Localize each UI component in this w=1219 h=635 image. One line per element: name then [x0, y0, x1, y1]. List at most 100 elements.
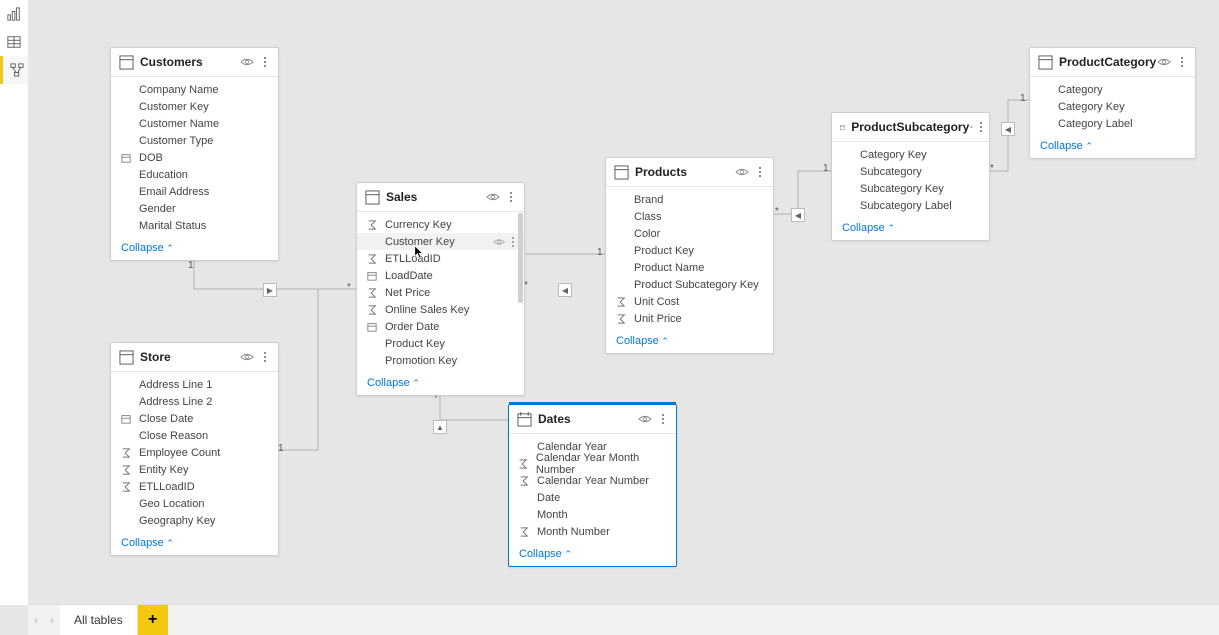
field-row[interactable]: Product Subcategory Key	[606, 276, 773, 293]
table-sales[interactable]: Sales Currency KeyCustomer KeyETLLoadIDL…	[356, 182, 525, 396]
visibility-icon[interactable]	[969, 120, 974, 134]
table-store[interactable]: Store Address Line 1Address Line 2Close …	[110, 342, 279, 556]
field-row[interactable]: Currency Key	[357, 216, 524, 233]
model-view-button[interactable]	[0, 56, 31, 84]
collapse-link[interactable]: Collapse	[842, 222, 895, 234]
field-row[interactable]: Address Line 1	[111, 376, 278, 393]
layout-tab-all-tables[interactable]: All tables	[60, 605, 138, 635]
field-row[interactable]: Calendar Year Month Number	[509, 455, 676, 472]
field-row[interactable]: Customer Type	[111, 132, 278, 149]
field-row[interactable]: Unit Price	[606, 310, 773, 327]
add-layout-button[interactable]: +	[138, 605, 168, 635]
table-header[interactable]: ProductSubcategory	[832, 113, 989, 142]
field-row[interactable]: Email Address	[111, 183, 278, 200]
visibility-icon[interactable]	[638, 412, 652, 426]
field-row[interactable]: Online Sales Key	[357, 301, 524, 318]
field-label: Month Number	[537, 526, 610, 538]
field-row[interactable]: Marital Status	[111, 217, 278, 234]
tab-prev-button[interactable]: ‹	[28, 605, 44, 635]
field-row[interactable]: Customer Name	[111, 115, 278, 132]
field-row[interactable]: Date	[509, 489, 676, 506]
table-header[interactable]: Sales	[357, 183, 524, 212]
field-row[interactable]: Geography Key	[111, 512, 278, 529]
model-canvas[interactable]: 1 * ▶ 1 * 1 ◀ * 1 ◀ * 1 ◀ * ▲ Customers …	[28, 0, 1219, 605]
field-row[interactable]: Month	[509, 506, 676, 523]
field-label: Customer Name	[139, 118, 219, 130]
table-header[interactable]: Products	[606, 158, 773, 187]
field-row[interactable]: Order Date	[357, 318, 524, 335]
field-row[interactable]: Gender	[111, 200, 278, 217]
scrollbar[interactable]	[518, 213, 523, 303]
cardinality-one: 1	[597, 247, 603, 258]
visibility-icon[interactable]	[240, 350, 254, 364]
table-header[interactable]: Store	[111, 343, 278, 372]
field-row[interactable]: Brand	[606, 191, 773, 208]
field-row[interactable]: Category Key	[1030, 98, 1195, 115]
field-row[interactable]: LoadDate	[357, 267, 524, 284]
collapse-link[interactable]: Collapse	[1040, 140, 1093, 152]
field-row[interactable]: Product Key	[606, 242, 773, 259]
field-row[interactable]: Customer Key	[111, 98, 278, 115]
field-row[interactable]: Employee Count	[111, 444, 278, 461]
collapse-link[interactable]: Collapse	[121, 242, 174, 254]
field-row[interactable]: Category Label	[1030, 115, 1195, 132]
more-options-icon[interactable]	[258, 350, 272, 364]
more-options-icon[interactable]	[258, 55, 272, 69]
table-header[interactable]: Dates	[509, 405, 676, 434]
visibility-icon[interactable]	[240, 55, 254, 69]
report-view-button[interactable]	[0, 0, 28, 28]
field-row[interactable]: Unit Cost	[606, 293, 773, 310]
more-options-icon[interactable]	[504, 190, 518, 204]
collapse-link[interactable]: Collapse	[367, 377, 420, 389]
more-options-icon[interactable]	[656, 412, 670, 426]
field-row[interactable]: Product Key	[357, 335, 524, 352]
field-row[interactable]: Class	[606, 208, 773, 225]
visibility-icon[interactable]	[1157, 55, 1171, 69]
field-row[interactable]: Subcategory Label	[832, 197, 989, 214]
tab-next-button[interactable]: ›	[44, 605, 60, 635]
field-row[interactable]: Subcategory Key	[832, 180, 989, 197]
field-row[interactable]: Close Reason	[111, 427, 278, 444]
table-header[interactable]: ProductCategory	[1030, 48, 1195, 77]
more-options-icon[interactable]	[1175, 55, 1189, 69]
field-row[interactable]: ETLLoadID	[357, 250, 524, 267]
table-dates[interactable]: Dates Calendar YearCalendar Year Month N…	[508, 404, 677, 567]
field-list: Category Category Key Category Label	[1030, 77, 1195, 134]
visibility-icon[interactable]	[735, 165, 749, 179]
field-row[interactable]: Month Number	[509, 523, 676, 540]
visibility-icon[interactable]	[486, 190, 500, 204]
table-products[interactable]: Products BrandClassColorProduct KeyProdu…	[605, 157, 774, 354]
field-row[interactable]: Geo Location	[111, 495, 278, 512]
field-row[interactable]: Category	[1030, 81, 1195, 98]
table-title: ProductCategory	[1059, 55, 1157, 69]
field-row[interactable]: Education	[111, 166, 278, 183]
field-row[interactable]: Customer Key	[357, 233, 524, 250]
field-row[interactable]: Category Key	[832, 146, 989, 163]
table-title: Dates	[538, 412, 638, 426]
data-view-button[interactable]	[0, 28, 28, 56]
table-product-category[interactable]: ProductCategory CategoryCategory KeyCate…	[1029, 47, 1196, 159]
table-customers[interactable]: Customers Company NameCustomer Key Custom…	[110, 47, 279, 261]
field-row[interactable]: Promotion Key	[357, 352, 524, 369]
field-row[interactable]: DOB	[111, 149, 278, 166]
field-label: Category Key	[1058, 101, 1125, 113]
field-row[interactable]: ETLLoadID	[111, 478, 278, 495]
collapse-link[interactable]: Collapse	[519, 548, 572, 560]
more-options-icon[interactable]	[753, 165, 767, 179]
collapse-link[interactable]: Collapse	[616, 335, 669, 347]
field-row[interactable]: Close Date	[111, 410, 278, 427]
table-product-subcategory[interactable]: ProductSubcategory Category KeySubcatego…	[831, 112, 990, 241]
field-row[interactable]: Net Price	[357, 284, 524, 301]
chart-icon	[7, 7, 21, 21]
field-row[interactable]: Subcategory	[832, 163, 989, 180]
more-options-icon[interactable]	[978, 120, 983, 134]
field-row[interactable]: Entity Key	[111, 461, 278, 478]
field-row-actions[interactable]	[493, 236, 518, 248]
table-header[interactable]: Customers	[111, 48, 278, 77]
field-row[interactable]: Address Line 2	[111, 393, 278, 410]
field-row[interactable]: Color	[606, 225, 773, 242]
collapse-link[interactable]: Collapse	[121, 537, 174, 549]
field-row[interactable]: Product Name	[606, 259, 773, 276]
sum-icon	[517, 459, 530, 469]
field-row[interactable]: Company Name	[111, 81, 278, 98]
